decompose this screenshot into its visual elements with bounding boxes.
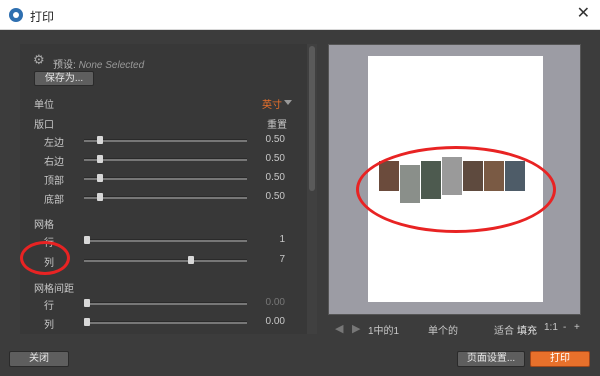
margin-bottom-slider-knob[interactable] xyxy=(96,193,103,201)
spacing-rows-slider[interactable] xyxy=(84,302,247,305)
zoom-in-button[interactable]: + xyxy=(574,322,580,333)
layout-mode[interactable]: 单个的 xyxy=(428,322,458,337)
reset-link[interactable]: 重置 xyxy=(267,116,287,131)
unit-label: 单位 xyxy=(34,100,54,111)
settings-scrollbar[interactable] xyxy=(307,44,317,334)
spacing-columns-label: 列 xyxy=(44,320,54,331)
next-page-icon[interactable]: ▶ xyxy=(352,322,360,335)
margin-top-slider-knob[interactable] xyxy=(96,174,103,182)
scrollbar-thumb[interactable] xyxy=(309,46,315,191)
print-button[interactable]: 打印 xyxy=(530,351,590,367)
unit-select[interactable]: 英寸 xyxy=(262,96,282,111)
annotation-ellipse-thumbnails xyxy=(356,146,556,233)
spacing-rows-slider-knob[interactable] xyxy=(84,299,90,307)
zoom-fill[interactable]: 填充 xyxy=(517,322,537,337)
chevron-down-icon[interactable] xyxy=(284,100,292,105)
grid-rows-slider[interactable] xyxy=(84,239,247,242)
page-setup-button[interactable]: 页面设置... xyxy=(457,351,525,367)
spacing-columns-value: 0.00 xyxy=(265,316,285,327)
margin-top-label: 顶部 xyxy=(44,176,64,187)
app-icon xyxy=(9,8,23,22)
save-as-button[interactable]: 保存为... xyxy=(34,71,94,86)
margin-left-value: 0.50 xyxy=(265,134,285,145)
preset-row: 预设: None Selected xyxy=(53,56,144,71)
close-button[interactable]: 关闭 xyxy=(9,351,69,367)
margin-bottom-value: 0.50 xyxy=(265,191,285,202)
margins-section-title: 版口 xyxy=(34,120,54,131)
margin-top-value: 0.50 xyxy=(265,172,285,183)
spacing-columns-slider-knob[interactable] xyxy=(84,318,90,326)
grid-section-title: 网格 xyxy=(34,220,54,231)
margin-right-slider[interactable] xyxy=(84,158,247,161)
margin-left-slider[interactable] xyxy=(84,139,247,142)
spacing-rows-label: 行 xyxy=(44,301,54,312)
margin-right-slider-knob[interactable] xyxy=(96,155,103,163)
window-title: 打印 xyxy=(30,10,55,24)
zoom-1to1[interactable]: 1:1 xyxy=(544,322,558,333)
zoom-out-button[interactable]: - xyxy=(563,322,566,333)
close-icon[interactable]: ✕ xyxy=(577,5,590,23)
margin-left-label: 左边 xyxy=(44,138,64,149)
margin-bottom-slider[interactable] xyxy=(84,196,247,199)
grid-columns-slider-knob[interactable] xyxy=(187,256,194,264)
preset-label: 预设: xyxy=(53,60,76,71)
zoom-fit[interactable]: 适合 xyxy=(494,322,514,337)
title-bar: 打印 ✕ xyxy=(0,0,600,30)
grid-columns-slider[interactable] xyxy=(84,259,247,262)
margin-left-slider-knob[interactable] xyxy=(96,136,103,144)
margin-top-slider[interactable] xyxy=(84,177,247,180)
preset-value[interactable]: None Selected xyxy=(79,60,145,71)
spacing-columns-slider[interactable] xyxy=(84,321,247,324)
grid-rows-value: 1 xyxy=(279,234,285,245)
spacing-rows-value: 0.00 xyxy=(265,297,285,308)
margin-right-label: 右边 xyxy=(44,157,64,168)
prev-page-icon[interactable]: ◀ xyxy=(335,322,343,335)
margin-bottom-label: 底部 xyxy=(44,195,64,206)
spacing-section-title: 网格间距 xyxy=(34,284,74,295)
annotation-circle-columns xyxy=(20,241,70,275)
page-indicator: 1中的1 xyxy=(368,326,400,337)
grid-columns-value: 7 xyxy=(279,254,285,265)
gear-icon[interactable]: ⚙ xyxy=(33,53,46,66)
margin-right-value: 0.50 xyxy=(265,153,285,164)
grid-rows-slider-knob[interactable] xyxy=(84,236,90,244)
